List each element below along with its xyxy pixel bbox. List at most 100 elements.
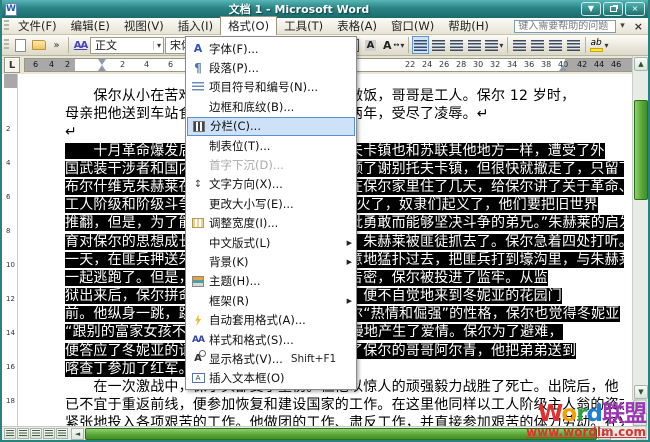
normal-view-button[interactable]: [4, 428, 16, 439]
watermark-logo: Word联盟: [526, 403, 646, 426]
menu-item[interactable]: 首字下沉(D)...: [187, 155, 355, 174]
toolbar-overflow-button[interactable]: »: [644, 36, 650, 54]
right-indent-marker[interactable]: [559, 65, 567, 71]
print-layout-view-button[interactable]: [30, 428, 42, 439]
menubar-close-icon[interactable]: ×: [629, 20, 648, 33]
menu-item[interactable]: 分栏(C)...: [187, 117, 355, 136]
title-bar: W 文档 1 - Microsoft Word ▼ ×: [2, 0, 648, 18]
menu-item[interactable]: 自动套用格式(A)...: [187, 310, 355, 329]
menu-item[interactable]: A 插入文本框(O): [187, 369, 355, 388]
chevron-down-icon: ▾: [153, 41, 161, 50]
horizontal-scroll-thumb[interactable]: [85, 428, 597, 440]
highlight-button[interactable]: ab ▾: [589, 36, 609, 54]
menu-item[interactable]: 更改大小写(E)...: [187, 194, 355, 213]
menu-item[interactable]: 背景(K) ▶: [187, 252, 355, 271]
decrease-indent-button[interactable]: [547, 36, 564, 54]
normal-view-icon: [6, 430, 14, 437]
menu-item[interactable]: 边框和底纹(B)...: [187, 97, 355, 116]
styles-pane-button[interactable]: AA: [72, 36, 89, 54]
close-button[interactable]: ×: [625, 2, 645, 16]
menu-item[interactable]: 项目符号和编号(N)...: [187, 78, 355, 97]
menu-item[interactable]: ↕ 文字方向(X)...: [187, 175, 355, 194]
menu-item[interactable]: 框架(R) ▶: [187, 291, 355, 310]
ruler-number: 6: [6, 194, 10, 201]
menu-item[interactable]: A 字体(F)...: [187, 39, 355, 58]
menu-bar-item[interactable]: 表格(A): [330, 17, 384, 35]
help-dropdown-icon[interactable]: ▾: [616, 21, 629, 31]
menu-item[interactable]: AA 样式和格式(S)...: [187, 330, 355, 349]
character-scale-button[interactable]: A↔▾: [380, 36, 405, 54]
hanging-indent-marker[interactable]: [98, 65, 106, 71]
character-shading-icon: A: [365, 40, 377, 51]
ruler-number: 4: [6, 160, 10, 167]
menu-bar-item[interactable]: 窗口(W): [384, 17, 441, 35]
menu-item-icon: A: [192, 373, 205, 383]
tab-selector[interactable]: L: [4, 57, 20, 73]
menubar-grip[interactable]: [4, 20, 9, 32]
scroll-up-button[interactable]: ▲: [634, 57, 648, 71]
submenu-arrow-icon: ▶: [347, 258, 352, 266]
menu-item-icon: [192, 82, 204, 92]
scroll-down-button[interactable]: ▼: [634, 385, 648, 399]
align-right-button[interactable]: [448, 36, 465, 54]
menu-bar-item[interactable]: 格式(O): [220, 16, 277, 36]
menu-item-icon: ¶: [194, 61, 202, 75]
menu-bar-item[interactable]: 编辑(E): [64, 17, 117, 35]
chevron-down-icon: ▾: [499, 41, 503, 50]
outline-view-button[interactable]: [43, 428, 55, 439]
ruler-number: 4: [144, 61, 149, 69]
word-window: W 文档 1 - Microsoft Word ▼ × 文件(F)编辑(E)视图…: [0, 0, 650, 442]
vertical-scroll-thumb[interactable]: [634, 100, 648, 200]
align-distribute-button[interactable]: [466, 36, 483, 54]
align-center-icon: [432, 40, 445, 51]
new-document-button[interactable]: [12, 36, 29, 54]
ruler-number: 44: [594, 61, 604, 69]
restore-button[interactable]: [603, 2, 623, 16]
align-left-button[interactable]: [412, 36, 429, 54]
reading-layout-view-button[interactable]: [56, 428, 68, 439]
ruler-number: 2: [120, 61, 125, 69]
ruler-number: 42: [577, 61, 587, 69]
ruler-number: 14: [6, 330, 15, 337]
menu-item[interactable]: 主题(H)...: [187, 272, 355, 291]
decrease-indent-icon: [549, 40, 562, 51]
outline-view-icon: [45, 430, 53, 437]
character-shading-button[interactable]: A: [362, 36, 379, 54]
watermark-letter: o: [561, 401, 576, 427]
ruler-number: 6: [33, 61, 38, 69]
window-title: 文档 1 - Microsoft Word: [17, 1, 581, 17]
menu-bar-item[interactable]: 插入(I): [171, 17, 220, 35]
menu-item-icon: A: [194, 353, 202, 364]
open-button[interactable]: [30, 36, 47, 54]
vertical-ruler[interactable]: 24681012141618: [4, 74, 18, 428]
menu-item-label: 插入文本框(O): [209, 370, 285, 386]
help-question-box[interactable]: 键入需要帮助的问题: [514, 20, 616, 33]
menu-bar-item[interactable]: 视图(V): [117, 17, 171, 35]
style-combo[interactable]: 正文 ▾: [90, 37, 164, 54]
toolbar-grip[interactable]: [4, 39, 9, 51]
menu-item[interactable]: 调整宽度(I)...: [187, 214, 355, 233]
numbering-button[interactable]: [511, 36, 528, 54]
watermark-letter: W: [538, 401, 562, 427]
watermark-url: www.wordlm.com: [526, 426, 646, 438]
menu-bar-item[interactable]: 帮助(H): [441, 17, 496, 35]
menu-bar-item[interactable]: 工具(T): [277, 17, 330, 35]
menu-item-label: 首字下沉(D)...: [209, 157, 284, 173]
web-layout-view-button[interactable]: [17, 428, 29, 439]
menu-item[interactable]: ¶ 段落(P)...: [187, 58, 355, 77]
minimize-button[interactable]: ▼: [581, 2, 601, 16]
align-center-button[interactable]: [430, 36, 447, 54]
ruler-number: 36: [524, 61, 534, 69]
scroll-left-button[interactable]: ◄: [71, 428, 84, 440]
toolbar-options-button[interactable]: »: [48, 36, 65, 54]
menu-item[interactable]: A 显示格式(V)... Shift+F1: [187, 349, 355, 368]
line-spacing-button[interactable]: ▾: [484, 36, 504, 54]
increase-indent-button[interactable]: [565, 36, 582, 54]
bullets-button[interactable]: [529, 36, 546, 54]
menu-item-label: 边框和底纹(B)...: [209, 99, 294, 115]
highlight-icon: ab: [590, 39, 603, 52]
menu-item[interactable]: 制表位(T)...: [187, 136, 355, 155]
menu-item[interactable]: 中文版式(L) ▶: [187, 233, 355, 252]
vertical-scrollbar[interactable]: ▲ ▼: [632, 56, 648, 400]
menu-bar-item[interactable]: 文件(F): [11, 17, 64, 35]
